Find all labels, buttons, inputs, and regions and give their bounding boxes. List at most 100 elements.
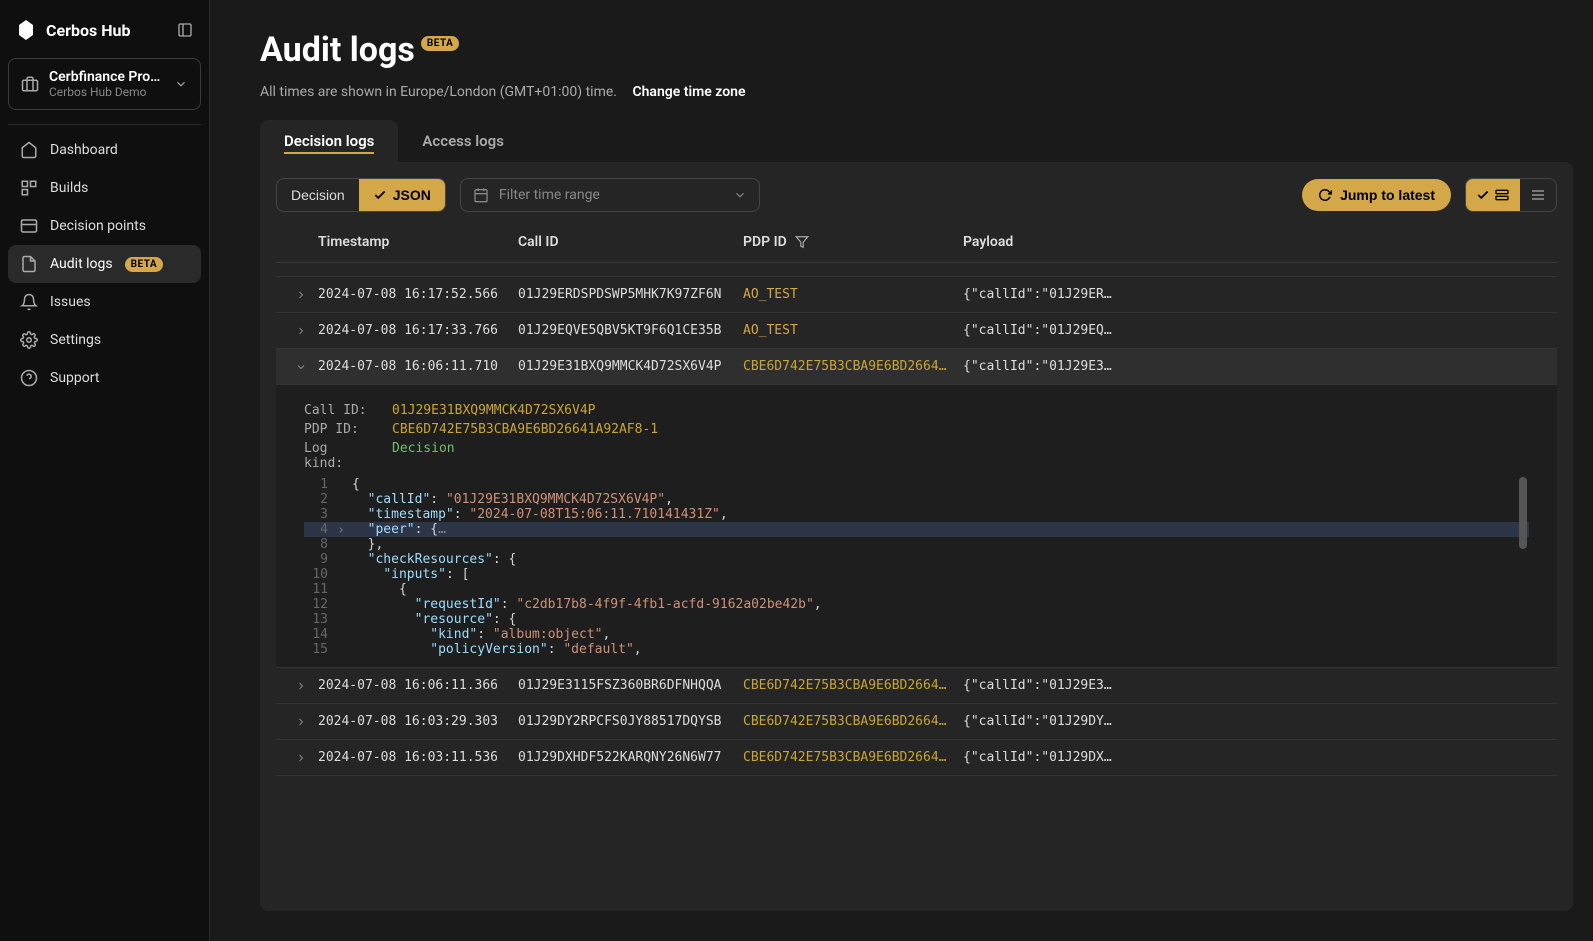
beta-badge: BETA — [421, 36, 460, 51]
table-row[interactable]: 2024-07-08 16:03:29.303 01J29DY2RPCFS0JY… — [276, 704, 1557, 740]
table-row[interactable]: 2024-07-08 16:03:11.536 01J29DXHDF522KAR… — [276, 740, 1557, 776]
column-pdp-id: PDP ID — [743, 234, 963, 250]
chevron-right-icon — [295, 680, 307, 692]
scrollbar-thumb[interactable] — [1519, 477, 1527, 549]
subheader: All times are shown in Europe/London (GM… — [260, 84, 1593, 100]
detail-log-kind: Decision — [392, 441, 455, 471]
tab-access-logs[interactable]: Access logs — [398, 120, 528, 162]
cell-pdp-id: CBE6D742E75B3CBA9E6BD2664… — [743, 714, 963, 729]
time-range-filter[interactable]: Filter time range — [460, 178, 760, 212]
table-header: Timestamp Call ID PDP ID Payload — [276, 222, 1557, 263]
sidebar-item-label: Dashboard — [50, 142, 118, 158]
cell-timestamp: 2024-07-08 16:03:29.303 — [318, 714, 518, 729]
gear-icon — [20, 331, 38, 349]
logs-panel: Decision JSON Filter time range Jump to … — [260, 162, 1573, 911]
workspace-subtitle: Cerbos Hub Demo — [49, 85, 164, 99]
help-icon — [20, 369, 38, 387]
calendar-icon — [473, 187, 489, 203]
sidebar: Cerbos Hub Cerbfinance Pro… Cerbos Hub D… — [0, 0, 210, 941]
sidebar-item-decision-points[interactable]: Decision points — [8, 207, 201, 245]
jump-to-latest-button[interactable]: Jump to latest — [1302, 179, 1451, 211]
cell-pdp-id: AO_TEST — [743, 287, 963, 302]
cell-payload: {"callId":"01J29DY… — [963, 714, 1549, 729]
main-content: Audit logs BETA All times are shown in E… — [210, 0, 1593, 941]
json-viewer[interactable]: 1{ 2 "callId": "01J29E31BXQ9MMCK4D72SX6V… — [304, 477, 1529, 657]
expand-toggle[interactable] — [284, 752, 318, 764]
workspace-selector[interactable]: Cerbfinance Pro… Cerbos Hub Demo — [8, 58, 201, 110]
view-json-label: JSON — [393, 187, 431, 203]
refresh-icon — [1318, 188, 1332, 202]
chevron-down-icon — [174, 77, 188, 91]
sidebar-item-support[interactable]: Support — [8, 359, 201, 397]
sidebar-collapse-icon[interactable] — [177, 22, 193, 38]
filter-icon[interactable] — [795, 235, 809, 249]
rows-compact-icon — [1494, 187, 1510, 203]
sidebar-item-label: Settings — [50, 332, 101, 348]
table-row[interactable]: 2024-07-08 16:17:52.566 01J29ERDSPDSWP5M… — [276, 277, 1557, 313]
partial-row-top — [276, 263, 1557, 277]
cell-pdp-id: CBE6D742E75B3CBA9E6BD2664… — [743, 678, 963, 693]
density-toggle — [1465, 178, 1557, 212]
change-timezone-link[interactable]: Change time zone — [632, 84, 745, 100]
cell-call-id: 01J29DXHDF522KARQNY26N6W77 — [518, 750, 743, 765]
detail-call-id: 01J29E31BXQ9MMCK4D72SX6V4P — [392, 403, 596, 418]
check-icon — [1476, 188, 1490, 202]
expand-toggle[interactable] — [284, 289, 318, 301]
tabs: Decision logs Access logs — [260, 120, 1593, 162]
brand-name: Cerbos Hub — [46, 21, 130, 40]
cell-timestamp: 2024-07-08 16:06:11.366 — [318, 678, 518, 693]
logo-row: Cerbos Hub — [8, 12, 201, 48]
sidebar-item-label: Builds — [50, 180, 88, 196]
cell-timestamp: 2024-07-08 16:03:11.536 — [318, 750, 518, 765]
column-call-id: Call ID — [518, 234, 743, 250]
cell-pdp-id: AO_TEST — [743, 323, 963, 338]
rows-expanded-icon — [1530, 187, 1546, 203]
detail-label-call: Call ID: — [304, 403, 374, 418]
view-decision-button[interactable]: Decision — [277, 179, 359, 211]
expand-toggle[interactable] — [284, 680, 318, 692]
sidebar-item-builds[interactable]: Builds — [8, 169, 201, 207]
table-row[interactable]: 2024-07-08 16:17:33.766 01J29EQVE5QBV5KT… — [276, 313, 1557, 349]
density-expanded-button[interactable] — [1520, 179, 1556, 211]
tab-decision-logs[interactable]: Decision logs — [260, 120, 398, 162]
cerbos-logo-icon — [16, 20, 36, 40]
expand-toggle[interactable] — [284, 361, 318, 373]
sidebar-item-audit-logs[interactable]: Audit logs BETA — [8, 245, 201, 283]
check-icon — [373, 188, 387, 202]
sidebar-item-issues[interactable]: Issues — [8, 283, 201, 321]
sidebar-item-settings[interactable]: Settings — [8, 321, 201, 359]
sidebar-item-label: Issues — [50, 294, 91, 310]
table-row[interactable]: 2024-07-08 16:06:11.710 01J29E31BXQ9MMCK… — [276, 349, 1557, 385]
logo[interactable]: Cerbos Hub — [16, 20, 130, 40]
beta-badge: BETA — [125, 257, 164, 272]
sidebar-item-label: Decision points — [50, 218, 146, 234]
builds-icon — [20, 179, 38, 197]
table-body[interactable]: 2024-07-08 16:17:52.566 01J29ERDSPDSWP5M… — [276, 263, 1557, 895]
page-title: Audit logs — [260, 30, 415, 70]
workspace-title: Cerbfinance Pro… — [49, 69, 164, 85]
expand-toggle[interactable] — [284, 325, 318, 337]
expand-toggle[interactable] — [284, 716, 318, 728]
toolbar: Decision JSON Filter time range Jump to … — [276, 178, 1557, 212]
cell-call-id: 01J29DY2RPCFS0JY88517DQYSB — [518, 714, 743, 729]
view-json-button[interactable]: JSON — [359, 179, 445, 211]
column-payload: Payload — [963, 234, 1549, 250]
row-detail: Call ID:01J29E31BXQ9MMCK4D72SX6V4P PDP I… — [276, 385, 1557, 668]
table-row[interactable]: 2024-07-08 16:06:11.366 01J29E3115FSZ360… — [276, 668, 1557, 704]
fold-chevron-right-icon[interactable] — [336, 525, 346, 535]
view-toggle: Decision JSON — [276, 178, 446, 212]
column-timestamp: Timestamp — [318, 234, 518, 250]
divider — [8, 124, 201, 125]
density-compact-button[interactable] — [1466, 179, 1520, 211]
jump-label: Jump to latest — [1340, 187, 1435, 203]
sidebar-item-dashboard[interactable]: Dashboard — [8, 131, 201, 169]
cell-call-id: 01J29E31BXQ9MMCK4D72SX6V4P — [518, 359, 743, 374]
chevron-right-icon — [295, 752, 307, 764]
cell-pdp-id: CBE6D742E75B3CBA9E6BD2664… — [743, 750, 963, 765]
cell-timestamp: 2024-07-08 16:06:11.710 — [318, 359, 518, 374]
cell-payload: {"callId":"01J29ER… — [963, 287, 1549, 302]
cell-pdp-id: CBE6D742E75B3CBA9E6BD2664… — [743, 359, 963, 374]
bell-icon — [20, 293, 38, 311]
chevron-down-icon — [733, 188, 747, 202]
sidebar-item-label: Audit logs — [50, 256, 113, 272]
